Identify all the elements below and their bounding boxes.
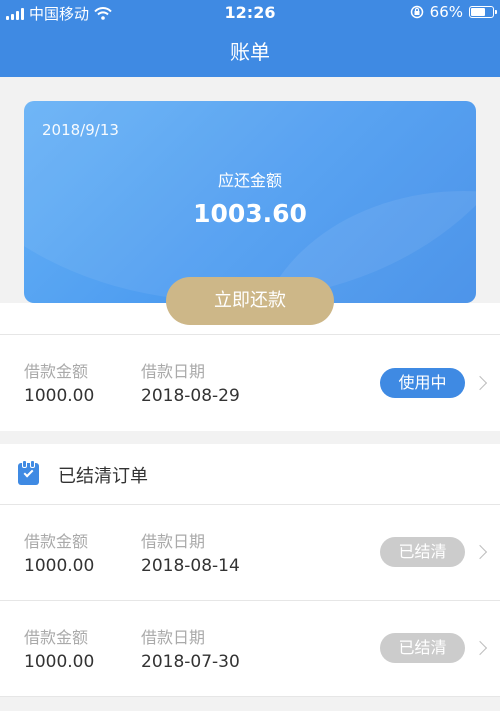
loan-amount-label: 借款金额: [24, 362, 89, 381]
loan-date-label: 借款日期: [141, 362, 206, 381]
status-right: 66%: [410, 3, 497, 21]
amount-due-label: 应还金额: [217, 171, 282, 190]
divider: [0, 696, 500, 697]
status-badge: 已结清: [380, 633, 465, 663]
loan-date-label: 借款日期: [141, 532, 206, 551]
status-bar: 中国移动 12:26 66%: [0, 0, 500, 26]
status-badge: 使用中: [380, 368, 465, 398]
amount-due-value: 1003.60: [193, 199, 307, 228]
battery-icon: [469, 6, 497, 18]
loan-date-value: 2018-08-29: [141, 386, 240, 406]
chevron-right-icon: [472, 375, 488, 391]
calendar-check-icon: [18, 460, 39, 485]
rotation-lock-icon: [410, 5, 423, 19]
section-title: 已结清订单: [58, 466, 148, 487]
loan-date-value: 2018-08-14: [141, 556, 240, 576]
bill-card: 2018/9/13 应还金额 1003.60: [24, 101, 476, 303]
nav-bar: 账单: [0, 26, 500, 77]
bill-date: 2018/9/13: [42, 121, 119, 139]
settled-order-row[interactable]: 借款金额 1000.00 借款日期 2018-08-14 已结清: [0, 505, 500, 600]
battery-fill: [471, 8, 485, 16]
settled-order-row[interactable]: 借款金额 1000.00 借款日期 2018-07-30 已结清: [0, 601, 500, 696]
loan-amount-value: 1000.00: [24, 386, 95, 406]
repay-now-button[interactable]: 立即还款: [166, 277, 334, 325]
chevron-right-icon: [472, 640, 488, 656]
chevron-right-icon: [472, 544, 488, 560]
page-title: 账单: [230, 40, 270, 64]
loan-amount-label: 借款金额: [24, 628, 89, 647]
active-loan-row[interactable]: 借款金额 1000.00 借款日期 2018-08-29 使用中: [0, 335, 500, 431]
loan-date-value: 2018-07-30: [141, 652, 240, 672]
status-badge: 已结清: [380, 537, 465, 567]
battery-percent: 66%: [429, 3, 463, 21]
loan-date-label: 借款日期: [141, 628, 206, 647]
loan-amount-value: 1000.00: [24, 652, 95, 672]
settled-orders-header: 已结清订单: [0, 444, 500, 504]
loan-amount-value: 1000.00: [24, 556, 95, 576]
loan-amount-label: 借款金额: [24, 532, 89, 551]
